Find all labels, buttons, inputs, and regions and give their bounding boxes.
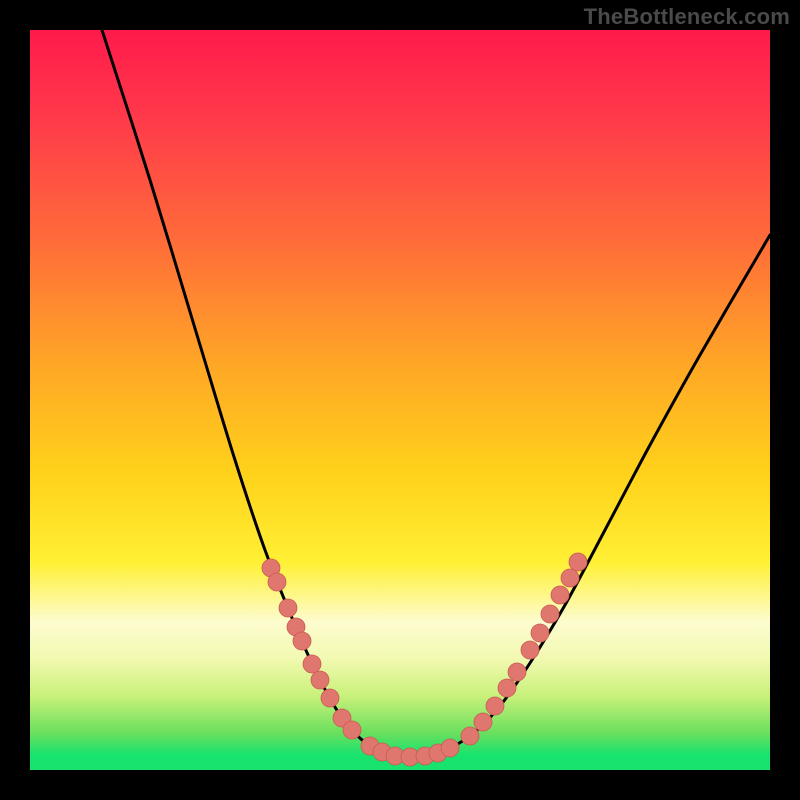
scatter-dot xyxy=(474,713,492,731)
scatter-dot xyxy=(461,727,479,745)
scatter-dots xyxy=(262,553,587,766)
scatter-dot xyxy=(508,663,526,681)
scatter-dot xyxy=(343,721,361,739)
scatter-dot xyxy=(521,641,539,659)
scatter-dot xyxy=(486,697,504,715)
scatter-dot xyxy=(321,689,339,707)
scatter-dot xyxy=(569,553,587,571)
scatter-dot xyxy=(311,671,329,689)
scatter-dot xyxy=(498,679,516,697)
curve-svg xyxy=(30,30,770,770)
scatter-dot xyxy=(561,569,579,587)
scatter-dot xyxy=(551,586,569,604)
watermark-label: TheBottleneck.com xyxy=(584,4,790,30)
scatter-dot xyxy=(441,739,459,757)
scatter-dot xyxy=(541,605,559,623)
scatter-dot xyxy=(303,655,321,673)
v-curve-path xyxy=(102,30,770,757)
scatter-dot xyxy=(293,632,311,650)
chart-frame: TheBottleneck.com xyxy=(0,0,800,800)
scatter-dot xyxy=(279,599,297,617)
scatter-dot xyxy=(268,573,286,591)
plot-area xyxy=(30,30,770,770)
scatter-dot xyxy=(531,624,549,642)
